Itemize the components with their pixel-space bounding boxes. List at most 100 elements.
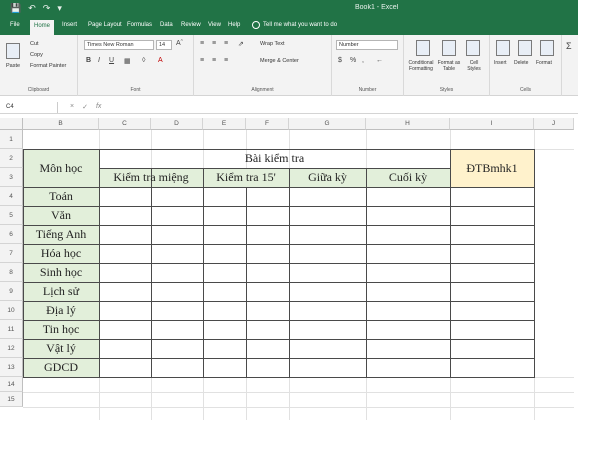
column-header-g[interactable]: G — [289, 118, 366, 130]
align-top-icon[interactable]: ≡ — [200, 40, 204, 47]
insert-cells-icon[interactable] — [496, 40, 510, 56]
italic-button[interactable]: I — [98, 57, 100, 64]
fill-color-icon[interactable]: ◊ — [142, 57, 145, 64]
percent-button[interactable]: % — [350, 57, 356, 64]
row-header-15[interactable]: 15 — [0, 392, 23, 407]
row-header-1[interactable]: 1 — [0, 130, 23, 149]
tab-view[interactable]: View — [208, 22, 221, 28]
decimal-icon[interactable]: ← — [376, 57, 383, 64]
bold-button[interactable]: B — [86, 57, 91, 64]
font-name-combo[interactable]: Times New Roman — [84, 40, 154, 50]
align-center-icon[interactable]: ≡ — [212, 57, 216, 64]
merge-center-button[interactable]: Merge & Center — [260, 58, 299, 64]
name-box[interactable]: C4 — [4, 102, 58, 113]
tab-review[interactable]: Review — [181, 22, 201, 28]
tab-help[interactable]: Help — [228, 22, 240, 28]
column-header-f[interactable]: F — [246, 118, 289, 130]
tab-data[interactable]: Data — [160, 22, 173, 28]
delete-button[interactable]: Delete — [514, 60, 528, 66]
mon-hoc-header[interactable]: Môn học — [23, 149, 99, 187]
format-button[interactable]: Format — [536, 60, 552, 66]
customize-qat-icon[interactable]: ▾ — [57, 3, 62, 14]
tab-page-layout[interactable]: Page Layout — [88, 22, 122, 28]
giua-ky-header[interactable]: Giữa kỳ — [289, 168, 366, 187]
paste-button[interactable]: Paste — [6, 63, 20, 69]
delete-cells-icon[interactable] — [518, 40, 532, 56]
tab-home[interactable]: Home — [30, 20, 55, 35]
column-header-j[interactable]: J — [534, 118, 574, 130]
align-bottom-icon[interactable]: ≡ — [224, 40, 228, 47]
format-painter-button[interactable]: Format Painter — [30, 63, 66, 69]
conditional-formatting-button[interactable]: Conditional Formatting — [406, 60, 436, 72]
row-header-3[interactable]: 3 — [0, 168, 23, 187]
format-as-table-button[interactable]: Format as Table — [436, 60, 462, 72]
kiem-tra-15-header[interactable]: Kiểm tra 15' — [203, 168, 289, 187]
orientation-icon[interactable]: ⇗ — [238, 40, 244, 48]
subject-cell[interactable]: Hóa học — [23, 244, 99, 263]
column-header-h[interactable]: H — [366, 118, 450, 130]
cuoi-ky-header[interactable]: Cuối kỳ — [366, 168, 450, 187]
tab-formulas[interactable]: Formulas — [127, 22, 152, 28]
underline-button[interactable]: U — [109, 57, 114, 64]
row-header-13[interactable]: 13 — [0, 358, 23, 377]
dtb-header[interactable]: ĐTBmhk1 — [450, 149, 534, 187]
row-header-10[interactable]: 10 — [0, 301, 23, 320]
currency-button[interactable]: $ — [338, 57, 342, 64]
align-left-icon[interactable]: ≡ — [200, 57, 204, 64]
undo-icon[interactable]: ↶ — [28, 3, 36, 14]
kiem-tra-mieng-header[interactable]: Kiểm tra miệng — [99, 168, 203, 187]
comma-button[interactable]: , — [362, 57, 364, 64]
column-header-d[interactable]: D — [151, 118, 203, 130]
formula-input[interactable] — [112, 102, 572, 113]
tab-file[interactable]: File — [10, 22, 20, 28]
row-header-7[interactable]: 7 — [0, 244, 23, 263]
font-grow-icon[interactable]: Aˆ — [176, 40, 183, 47]
cancel-icon[interactable]: × — [70, 103, 74, 111]
autosum-icon[interactable]: Σ — [566, 41, 572, 51]
borders-icon[interactable]: ▦ — [124, 57, 131, 65]
subject-cell[interactable]: Vật lý — [23, 339, 99, 358]
subject-cell[interactable]: Tin học — [23, 320, 99, 339]
row-header-5[interactable]: 5 — [0, 206, 23, 225]
insert-button[interactable]: Insert — [494, 60, 507, 66]
format-cells-icon[interactable] — [540, 40, 554, 56]
row-header-14[interactable]: 14 — [0, 377, 23, 392]
row-header-4[interactable]: 4 — [0, 187, 23, 206]
copy-button[interactable]: Copy — [30, 52, 43, 58]
subject-cell[interactable]: Tiếng Anh — [23, 225, 99, 244]
select-all-corner[interactable] — [0, 118, 23, 130]
column-header-i[interactable]: I — [450, 118, 534, 130]
save-icon[interactable]: 💾 — [10, 3, 21, 14]
subject-cell[interactable]: Văn — [23, 206, 99, 225]
cell-styles-icon[interactable] — [466, 40, 480, 56]
subject-cell[interactable]: Địa lý — [23, 301, 99, 320]
tell-me-box[interactable]: Tell me what you want to do — [252, 21, 337, 29]
align-right-icon[interactable]: ≡ — [224, 57, 228, 64]
row-header-11[interactable]: 11 — [0, 320, 23, 339]
tab-insert[interactable]: Insert — [62, 22, 77, 28]
fx-icon[interactable]: fx — [96, 103, 101, 111]
format-table-icon[interactable] — [442, 40, 456, 56]
subject-cell[interactable]: GDCD — [23, 358, 99, 377]
cell-styles-button[interactable]: Cell Styles — [463, 60, 485, 72]
row-header-9[interactable]: 9 — [0, 282, 23, 301]
font-size-combo[interactable]: 14 — [156, 40, 172, 50]
paste-icon[interactable] — [6, 43, 20, 59]
cut-button[interactable]: Cut — [30, 41, 39, 47]
row-header-2[interactable]: 2 — [0, 149, 23, 168]
conditional-formatting-icon[interactable] — [416, 40, 430, 56]
wrap-text-button[interactable]: Wrap Text — [260, 41, 285, 47]
align-middle-icon[interactable]: ≡ — [212, 40, 216, 47]
column-header-b[interactable]: B — [23, 118, 99, 130]
enter-icon[interactable]: ✓ — [82, 103, 88, 111]
subject-cell[interactable]: Toán — [23, 187, 99, 206]
row-header-8[interactable]: 8 — [0, 263, 23, 282]
number-format-combo[interactable]: Number — [336, 40, 398, 50]
font-color-icon[interactable]: A — [158, 57, 163, 64]
row-header-6[interactable]: 6 — [0, 225, 23, 244]
column-header-e[interactable]: E — [203, 118, 246, 130]
column-header-c[interactable]: C — [99, 118, 151, 130]
redo-icon[interactable]: ↷ — [43, 3, 51, 14]
row-header-12[interactable]: 12 — [0, 339, 23, 358]
subject-cell[interactable]: Sinh học — [23, 263, 99, 282]
